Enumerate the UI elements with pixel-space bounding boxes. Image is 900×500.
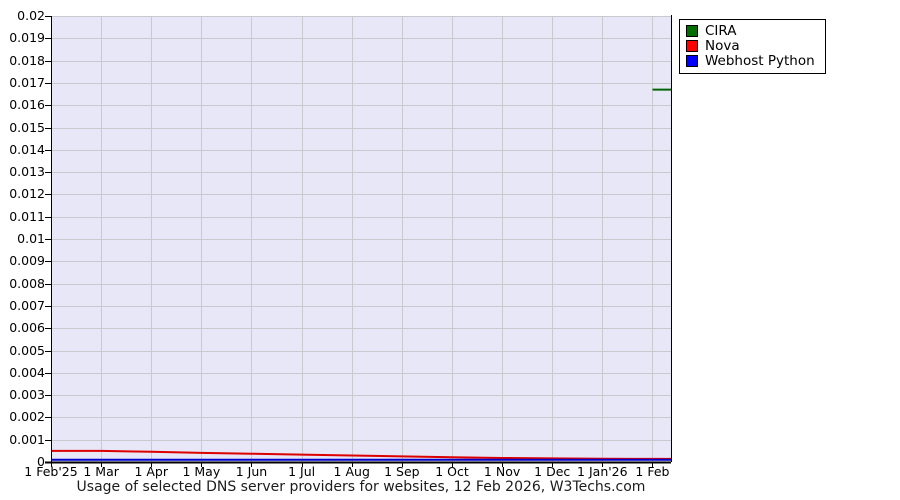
legend-item-nova: Nova [686,39,815,53]
x-axis-tick-label: 1 May [182,464,221,479]
y-axis-tick-label: 0.004 [9,364,45,380]
chart-caption: Usage of selected DNS server providers f… [76,479,646,495]
y-axis-tick-label: 0.011 [9,208,45,224]
y-axis-tick-label: 0.015 [9,119,45,135]
y-axis-tick-label: 0.012 [9,186,45,202]
legend-label: Webhost Python [705,53,815,69]
legend-label: Nova [705,38,740,54]
legend-color-swatch-icon [686,55,698,67]
x-axis-tick-label: 1 Dec [534,464,571,479]
x-axis-tick-label: 1 Jan'26 [577,464,628,479]
x-axis-tick-label: 1 Aug [333,464,370,479]
y-axis-tick-label: 0.02 [17,8,45,23]
y-axis-tick-label: 0.003 [9,387,45,403]
x-axis-tick-label: 1 Nov [483,464,521,479]
y-axis-tick-label: 0.014 [9,141,45,157]
legend-color-swatch-icon [686,25,698,37]
legend-color-swatch-icon [686,40,698,52]
legend: CIRA Nova Webhost Python [679,19,826,74]
y-axis-tick-label: 0.018 [9,52,45,68]
x-axis-tick-label: 1 Mar [83,464,119,479]
dns-usage-chart: 0 0.001 0.002 0.003 0.004 0.005 0.006 0.007 0.00… [0,0,900,500]
y-axis-tick-label: 0.013 [9,164,45,180]
legend-item-cira: CIRA [686,24,815,38]
x-axis-tick-label: 1 Jul [288,464,316,479]
y-axis-tick-label: 0.002 [9,409,45,425]
y-axis-tick-label: 0.008 [9,275,45,291]
x-axis-tick-label: 1 Feb'25 [24,464,78,479]
y-axis-tick-label: 0.007 [9,297,45,313]
y-axis-tick-label: 0.019 [9,30,45,46]
x-axis-tick-label: 1 Jun [235,464,268,479]
x-axis-tick-label: 1 Apr [134,464,169,479]
y-axis-tick-label: 0.017 [9,74,45,90]
y-axis-tick-label: 0.005 [9,342,45,358]
y-axis-tick-label: 0.016 [9,97,45,113]
legend-item-webhost-python: Webhost Python [686,54,815,68]
legend-label: CIRA [705,23,737,39]
y-axis-tick-label: 0.001 [9,431,45,447]
x-axis-tick-label: 1 Sep [384,464,420,479]
y-axis-tick-label: 0.006 [9,320,45,336]
x-axis-tick-label: 1 Oct [435,464,469,479]
y-axis-tick-label: 0.01 [17,231,45,246]
y-axis-tick-label: 0.009 [9,253,45,269]
x-axis-tick-label: 1 Feb [635,464,670,479]
plot-area [45,15,673,467]
